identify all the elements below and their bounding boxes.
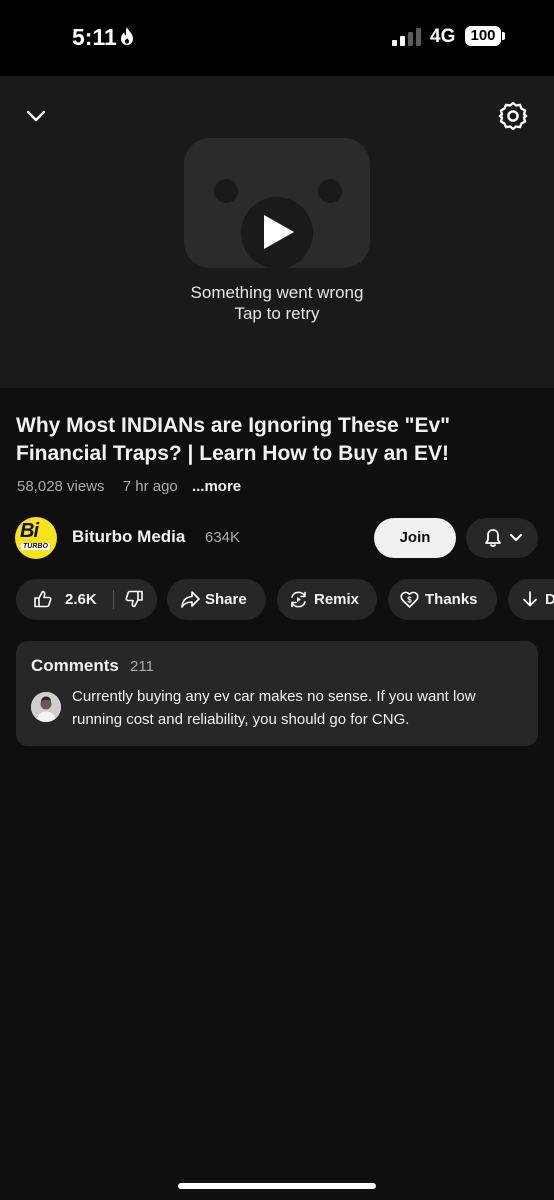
network-type: 4G [430,26,456,47]
chevron-down-icon[interactable] [24,104,48,128]
chevron-down-icon [510,534,522,541]
battery-level: 100 [465,26,501,46]
channel-avatar[interactable]: Bi TURBO [15,517,57,559]
upload-age: 7 hr ago [122,478,178,495]
view-count: 58,028 views [17,478,105,495]
channel-avatar-sublogo: TURBO [21,543,50,550]
commenter-avatar [31,692,61,722]
top-comment-text: Currently buying any ev car makes no sen… [72,688,476,728]
svg-text:$: $ [407,596,412,605]
bell-icon [485,529,501,547]
status-time: 5:11 [72,24,117,50]
thanks-button[interactable]: $ Thanks [388,579,497,620]
thanks-label: Thanks [425,591,478,608]
pill-divider [113,590,114,609]
video-player[interactable]: Something went wrong Tap to retry [0,76,554,388]
comments-count: 211 [130,658,154,675]
more-link[interactable]: ...more [192,478,241,495]
remix-label: Remix [314,591,360,608]
download-button[interactable]: D [508,579,554,620]
thumbs-down-icon[interactable] [124,589,144,609]
notification-button[interactable] [466,518,538,558]
remix-button[interactable]: Remix [277,579,377,620]
person-icon [31,692,61,722]
join-button[interactable]: Join [374,518,456,558]
subscriber-count: 634K [205,529,241,546]
share-label: Share [205,591,247,608]
thanks-icon: $ [400,591,419,608]
channel-name[interactable]: Biturbo Media [72,527,185,547]
home-indicator[interactable] [178,1183,376,1189]
like-count: 2.6K [65,591,97,608]
download-label: D [545,591,554,608]
retry-hint: Tap to retry [234,304,320,323]
like-dislike-pill[interactable]: 2.6K [16,579,157,620]
share-button[interactable]: Share [167,579,266,620]
flame-icon [121,27,133,45]
channel-avatar-logo: Bi [20,520,39,542]
comments-header: Comments [31,656,119,675]
error-title: Something went wrong [190,283,364,302]
video-meta[interactable]: 58,028 views 7 hr ago ...more [17,478,241,495]
video-title[interactable]: Why Most INDIANs are Ignoring These "Ev"… [16,412,536,468]
comments-card[interactable]: Comments 211 Currently buying any ev car… [16,641,538,746]
battery-tip [502,32,505,40]
remix-icon [291,591,306,608]
status-bar: 5:11 4G 100 [0,0,554,76]
error-message[interactable]: Something went wrong Tap to retry [0,282,554,324]
error-illustration[interactable] [184,138,370,268]
download-icon [523,591,537,607]
share-icon [181,591,200,608]
thumbs-up-icon[interactable] [33,589,53,609]
gear-icon[interactable] [497,100,529,132]
signal-icon [392,28,421,46]
